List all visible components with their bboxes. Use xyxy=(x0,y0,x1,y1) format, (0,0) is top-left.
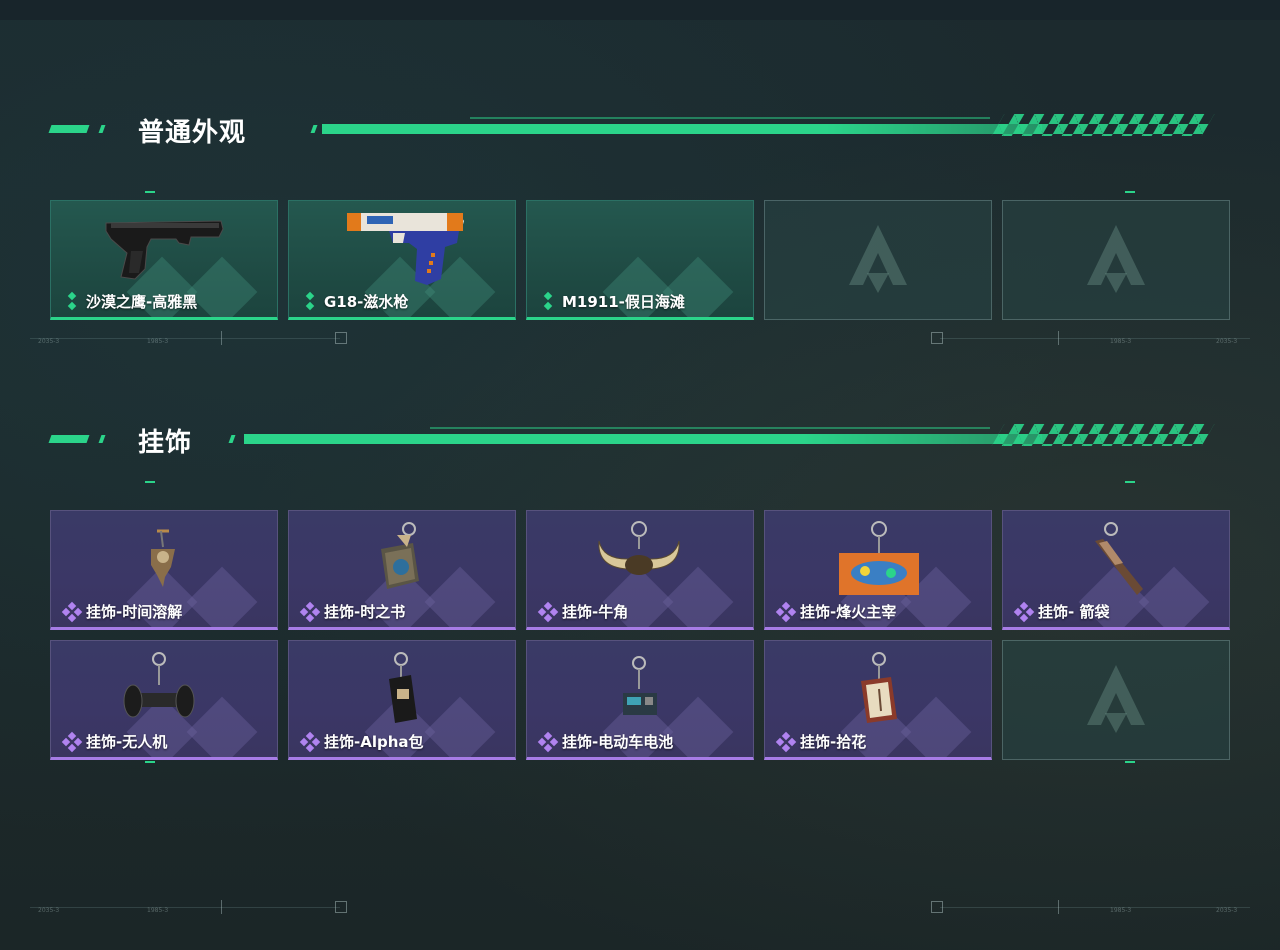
rarity-diamond-icon xyxy=(537,731,559,752)
pistol-black-icon xyxy=(105,220,224,280)
item-name: G18-滋水枪 xyxy=(324,293,409,311)
item-name: 沙漠之鹰-高雅黑 xyxy=(86,293,198,311)
item-label: 挂饰-时之书 xyxy=(299,601,406,622)
section-header-charms: 挂饰 xyxy=(48,424,1215,458)
section-title: 挂饰 xyxy=(138,428,193,458)
rarity-diamond-icon xyxy=(301,291,319,311)
rarity-diamond-icon xyxy=(1013,601,1035,622)
marker-dash xyxy=(145,191,155,193)
marker-dash xyxy=(1125,481,1135,483)
skin-card[interactable]: G18-滋水枪 xyxy=(288,200,516,320)
header-accent xyxy=(98,125,106,133)
header-checker-pattern xyxy=(991,114,1215,136)
item-name: 挂饰-Alpha包 xyxy=(324,733,424,751)
item-label: 挂饰-时间溶解 xyxy=(61,601,183,622)
marker-dash xyxy=(1125,191,1135,193)
item-label: 挂饰-牛角 xyxy=(537,601,629,622)
charm-card[interactable]: 挂饰-拾花 xyxy=(764,640,992,760)
charm-card[interactable]: 挂饰-牛角 xyxy=(526,510,754,630)
item-name: 挂饰-时之书 xyxy=(324,603,406,621)
rarity-diamond-icon xyxy=(299,601,321,622)
charm-card[interactable]: 挂饰-烽火主宰 xyxy=(764,510,992,630)
header-line xyxy=(244,434,1042,444)
top-bar xyxy=(0,0,1280,20)
empty-slot xyxy=(764,200,992,320)
item-label: 挂饰- 箭袋 xyxy=(1013,601,1110,622)
charm-card[interactable]: 挂饰-无人机 xyxy=(50,640,278,760)
item-name: 挂饰-无人机 xyxy=(86,733,168,751)
item-label: 挂饰-Alpha包 xyxy=(299,731,424,752)
guide-label: 1985-3 xyxy=(147,338,169,345)
item-name: 挂饰-时间溶解 xyxy=(86,603,183,621)
charm-card[interactable]: 挂饰-电动车电池 xyxy=(526,640,754,760)
header-line xyxy=(322,124,1042,134)
charm-card[interactable]: 挂饰- 箭袋 xyxy=(1002,510,1230,630)
item-label: 挂饰-拾花 xyxy=(775,731,867,752)
header-thin-line xyxy=(430,427,990,429)
logo-placeholder-icon xyxy=(849,225,907,293)
item-label: 沙漠之鹰-高雅黑 xyxy=(63,291,197,312)
marker-dash xyxy=(145,761,155,763)
rarity-diamond-icon xyxy=(775,731,797,752)
skin-card[interactable]: M1911-假日海滩 xyxy=(526,200,754,320)
section-title: 普通外观 xyxy=(138,118,247,148)
battery-charm-icon xyxy=(623,656,657,715)
marker-dash xyxy=(1125,761,1135,763)
charm-card[interactable]: 挂饰-时之书 xyxy=(288,510,516,630)
guide-label: 2035-3 xyxy=(1216,338,1238,345)
alpha-bag-charm-icon xyxy=(389,652,417,723)
guide-label: 1985-3 xyxy=(1110,907,1132,914)
empty-slot xyxy=(1002,200,1230,320)
header-accent xyxy=(310,125,318,133)
charm-card[interactable]: 挂饰-时间溶解 xyxy=(50,510,278,630)
melting-clock-charm-icon xyxy=(151,529,175,587)
rarity-diamond-icon xyxy=(63,291,81,311)
header-accent xyxy=(228,435,236,443)
item-name: 挂饰-烽火主宰 xyxy=(800,603,897,621)
item-name: 挂饰- 箭袋 xyxy=(1038,603,1110,621)
header-thin-line xyxy=(470,117,990,119)
skin-card[interactable]: 沙漠之鹰-高雅黑 xyxy=(50,200,278,320)
item-name: M1911-假日海滩 xyxy=(562,293,685,311)
item-label: G18-滋水枪 xyxy=(301,291,408,312)
drone-charm-icon xyxy=(123,652,195,718)
rarity-diamond-icon xyxy=(537,601,559,622)
book-charm-icon xyxy=(381,522,419,589)
item-label: 挂饰-电动车电池 xyxy=(537,731,674,752)
rarity-diamond-icon xyxy=(61,731,83,752)
guide-label: 2035-3 xyxy=(1216,907,1238,914)
item-label: 挂饰-无人机 xyxy=(61,731,168,752)
rarity-diamond-icon xyxy=(299,731,321,752)
header-accent xyxy=(98,435,106,443)
item-name: 挂饰-电动车电池 xyxy=(562,733,674,751)
header-accent xyxy=(48,435,90,443)
item-name: 挂饰-拾花 xyxy=(800,733,867,751)
marker-dash xyxy=(145,481,155,483)
rarity-diamond-icon xyxy=(61,601,83,622)
logo-placeholder-icon xyxy=(1087,665,1145,733)
empty-slot xyxy=(1002,640,1230,760)
guide-label: 1985-3 xyxy=(147,907,169,914)
rarity-diamond-icon xyxy=(775,601,797,622)
water-pistol-icon xyxy=(347,213,464,285)
section-header-skins: 普通外观 xyxy=(48,114,1215,148)
charm-card[interactable]: 挂饰-Alpha包 xyxy=(288,640,516,760)
header-accent xyxy=(48,125,90,133)
item-label: 挂饰-烽火主宰 xyxy=(775,601,897,622)
bull-horn-charm-icon xyxy=(598,521,680,575)
guide-label: 2035-3 xyxy=(38,338,60,345)
header-checker-pattern xyxy=(991,424,1215,446)
guide-label: 2035-3 xyxy=(38,907,60,914)
rarity-diamond-icon xyxy=(539,291,557,311)
logo-placeholder-icon xyxy=(1087,225,1145,293)
banner-charm-icon xyxy=(839,521,919,595)
flower-frame-charm-icon xyxy=(861,652,897,723)
guide-label: 1985-3 xyxy=(1110,338,1132,345)
quiver-charm-icon xyxy=(1095,522,1143,595)
item-name: 挂饰-牛角 xyxy=(562,603,629,621)
item-label: M1911-假日海滩 xyxy=(539,291,685,312)
